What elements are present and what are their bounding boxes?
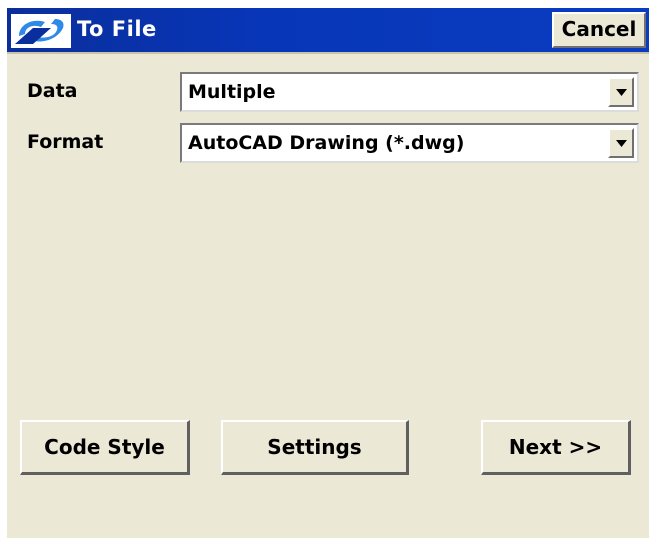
data-dropdown-button[interactable] bbox=[608, 77, 634, 107]
app-logo-icon bbox=[11, 14, 71, 48]
chevron-down-icon bbox=[616, 140, 627, 147]
data-select-value: Multiple bbox=[188, 81, 276, 103]
data-select[interactable]: Multiple bbox=[180, 72, 639, 112]
format-select[interactable]: AutoCAD Drawing (*.dwg) bbox=[180, 123, 639, 163]
settings-button[interactable]: Settings bbox=[221, 420, 409, 475]
window-title: To File bbox=[77, 17, 157, 41]
title-bar: To File Cancel bbox=[7, 8, 649, 54]
format-label: Format bbox=[27, 131, 104, 153]
code-style-button[interactable]: Code Style bbox=[20, 420, 190, 475]
data-label: Data bbox=[27, 80, 78, 102]
next-button[interactable]: Next >> bbox=[481, 420, 631, 475]
format-dropdown-button[interactable] bbox=[608, 128, 634, 158]
to-file-dialog: To File Cancel Data Multiple Format Auto… bbox=[7, 8, 649, 538]
chevron-down-icon bbox=[616, 89, 627, 96]
format-select-value: AutoCAD Drawing (*.dwg) bbox=[188, 132, 465, 154]
cancel-button[interactable]: Cancel bbox=[552, 12, 646, 48]
